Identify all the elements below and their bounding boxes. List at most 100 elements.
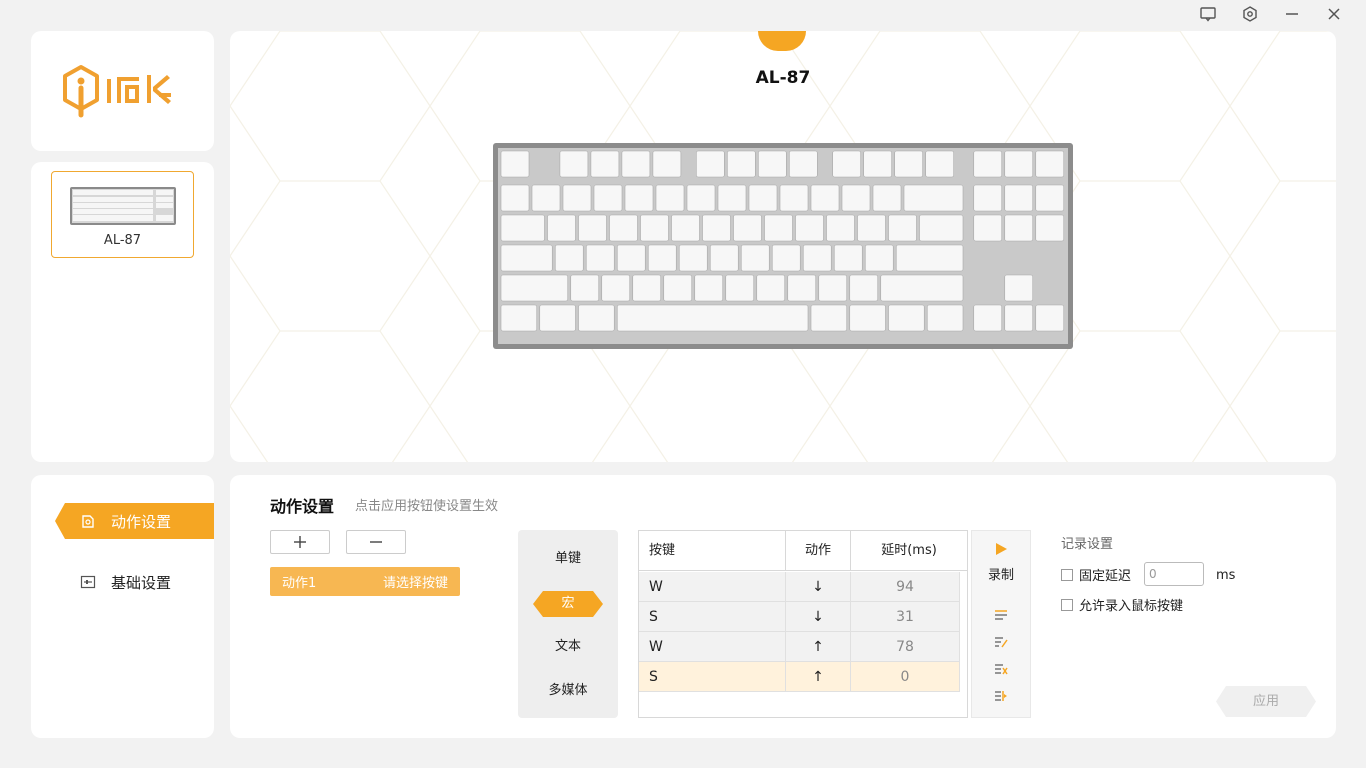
device-list-panel: AL-87 [31, 162, 214, 462]
keycap [531, 184, 561, 212]
edit-icon[interactable] [994, 635, 1008, 649]
nav-label: 基础设置 [111, 573, 172, 592]
keycap [826, 214, 855, 242]
keycap [833, 244, 863, 272]
add-action-button[interactable] [270, 530, 330, 554]
minimize-icon[interactable] [1282, 4, 1302, 24]
record-button[interactable]: 录制 [972, 541, 1030, 583]
type-macro[interactable]: 宏 [533, 591, 603, 617]
col-header-key: 按键 [649, 543, 676, 558]
keycap [554, 244, 584, 272]
table-row[interactable]: S ↓ 31 [639, 602, 959, 632]
keycap [857, 214, 886, 242]
plus-icon [294, 536, 306, 548]
fixed-delay-input[interactable]: 0 [1144, 562, 1204, 586]
cell-action: ↓ [785, 602, 851, 632]
clear-icon[interactable] [994, 689, 1008, 703]
keycap [756, 274, 786, 302]
type-multimedia[interactable]: 多媒体 [518, 678, 618, 704]
remove-action-button[interactable] [346, 530, 406, 554]
keycap [771, 244, 801, 272]
keycap [694, 274, 724, 302]
keycap [578, 214, 607, 242]
nav-item-macro-settings[interactable]: 动作设置 [55, 503, 214, 539]
cell-delay[interactable]: 31 [851, 602, 959, 632]
keycap [788, 150, 818, 178]
close-icon[interactable] [1324, 4, 1344, 24]
keycap [1004, 304, 1034, 332]
keycap [888, 214, 917, 242]
record-settings-title: 记录设置 [1061, 537, 1114, 552]
keycap [894, 150, 924, 178]
type-single-key[interactable]: 单键 [518, 546, 618, 572]
keycap [973, 214, 1003, 242]
keycap [1035, 150, 1065, 178]
keycap [1035, 214, 1065, 242]
keycap [686, 184, 716, 212]
device-card[interactable]: AL-87 [51, 171, 194, 258]
keycap [500, 184, 530, 212]
keycap [616, 304, 809, 332]
action-key-hint: 请选择按键 [382, 576, 448, 591]
macro-table-header: 按键 动作 延时(ms) [639, 531, 967, 571]
keycap [1004, 150, 1034, 178]
keycap [621, 150, 651, 178]
keycap [973, 150, 1003, 178]
delete-row-icon[interactable] [994, 662, 1008, 676]
settings-icon[interactable] [1240, 4, 1260, 24]
keycap [926, 304, 964, 332]
keycap [500, 214, 545, 242]
keycap [727, 150, 756, 178]
brand-logo [62, 65, 171, 118]
keycap [616, 244, 646, 272]
keycap [717, 184, 747, 212]
keycap [810, 304, 848, 332]
minus-icon [370, 541, 382, 543]
nav-label: 动作设置 [111, 512, 172, 531]
keycap [671, 214, 700, 242]
table-row-selected[interactable]: S ↑ 0 [639, 662, 959, 692]
keycap [647, 244, 677, 272]
type-text[interactable]: 文本 [518, 634, 618, 660]
basic-settings-icon [79, 573, 97, 591]
feedback-icon[interactable] [1198, 4, 1218, 24]
keycap [655, 184, 685, 212]
keycap [652, 150, 682, 178]
cell-key: W [649, 579, 663, 595]
delay-unit-label: ms [1216, 568, 1236, 583]
keycap [709, 244, 739, 272]
keycap [702, 214, 731, 242]
table-scrollbar[interactable] [959, 572, 967, 692]
fixed-delay-checkbox[interactable] [1061, 568, 1073, 581]
keycap [1004, 274, 1034, 302]
nav-item-basic-settings[interactable]: 基础设置 [55, 564, 214, 600]
cell-key: W [649, 639, 663, 655]
keycap [802, 244, 832, 272]
keycap [973, 184, 1003, 212]
col-header-delay: 延时(ms) [881, 543, 937, 558]
insert-icon[interactable] [994, 608, 1008, 622]
cell-delay[interactable]: 0 [851, 662, 959, 692]
keycap [832, 150, 862, 178]
keycap [590, 150, 620, 178]
keycap [609, 214, 638, 242]
section-title: 动作设置 [270, 497, 335, 516]
keyboard-image[interactable] [493, 143, 1073, 349]
keycap [864, 244, 894, 272]
logo-panel [31, 31, 214, 151]
table-row[interactable]: W ↑ 78 [639, 632, 959, 662]
table-row[interactable]: W ↓ 94 [639, 572, 959, 602]
action-settings-panel: 动作设置 点击应用按钮使设置生效 动作1 请选择按键 单键 宏 文本 多媒体 按… [230, 475, 1336, 738]
action-name: 动作1 [282, 576, 317, 591]
action-list-item[interactable]: 动作1 请选择按键 [270, 567, 460, 596]
apply-button[interactable]: 应用 [1216, 686, 1316, 717]
mouse-record-checkbox[interactable] [1061, 598, 1073, 611]
keycap [810, 184, 840, 212]
keycap [725, 274, 755, 302]
keycap [632, 274, 662, 302]
cell-delay[interactable]: 78 [851, 632, 959, 662]
keycap [888, 304, 925, 332]
keycap [570, 274, 600, 302]
cell-delay[interactable]: 94 [851, 572, 959, 602]
cell-key: S [649, 669, 658, 685]
